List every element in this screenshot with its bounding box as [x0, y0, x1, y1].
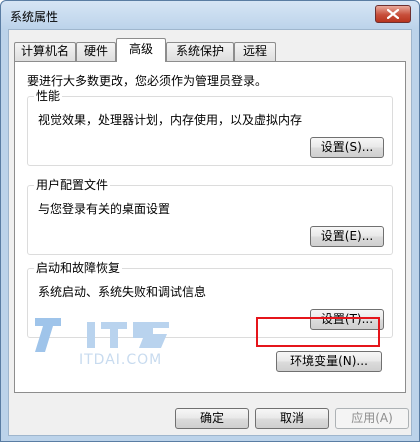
- user-profiles-label: 用户配置文件: [34, 178, 111, 192]
- tab-hardware[interactable]: 硬件: [76, 42, 116, 61]
- highlight-annotation: [256, 317, 380, 347]
- dialog-client-area: 计算机名 硬件 高级 系统保护 远程 要进行大多数更改，您必须作为管理员登录。 …: [8, 29, 412, 436]
- performance-settings-button[interactable]: 设置(S)...: [310, 137, 384, 158]
- user-profiles-settings-button[interactable]: 设置(E)...: [310, 226, 384, 247]
- tab-remote[interactable]: 远程: [234, 42, 276, 61]
- itdai-logo-icon: [35, 318, 169, 352]
- window-title: 系统属性: [10, 10, 59, 24]
- tab-advanced[interactable]: 高级: [116, 38, 166, 62]
- performance-label: 性能: [34, 89, 63, 103]
- user-profiles-group: 用户配置文件 与您登录有关的桌面设置 设置(E)...: [27, 178, 393, 255]
- title-bar[interactable]: 系统属性: [1, 1, 419, 29]
- watermark: ITDAI.COM: [31, 314, 191, 374]
- performance-group: 性能 视觉效果，处理器计划，内存使用，以及虚拟内存 设置(S)...: [27, 89, 393, 166]
- tab-computer-name[interactable]: 计算机名: [14, 42, 76, 61]
- apply-button[interactable]: 应用(A): [335, 408, 409, 429]
- environment-variables-button[interactable]: 环境变量(N)...: [276, 351, 382, 372]
- close-icon: [387, 9, 399, 19]
- admin-notice: 要进行大多数更改，您必须作为管理员登录。: [27, 74, 268, 88]
- watermark-text: ITDAI.COM: [79, 352, 163, 368]
- close-button[interactable]: [375, 5, 411, 23]
- performance-description: 视觉效果，处理器计划，内存使用，以及虚拟内存: [38, 113, 303, 127]
- ok-button[interactable]: 确定: [175, 408, 249, 429]
- user-profiles-description: 与您登录有关的桌面设置: [38, 202, 171, 216]
- system-properties-window: 系统属性 计算机名 硬件 高级 系统保护 远程 要进行大多数更改，您必须作为管理…: [0, 0, 420, 442]
- cancel-button[interactable]: 取消: [255, 408, 329, 429]
- startup-recovery-description: 系统启动、系统失败和调试信息: [38, 285, 207, 299]
- startup-recovery-label: 启动和故障恢复: [34, 261, 123, 275]
- tab-system-protection[interactable]: 系统保护: [166, 42, 234, 61]
